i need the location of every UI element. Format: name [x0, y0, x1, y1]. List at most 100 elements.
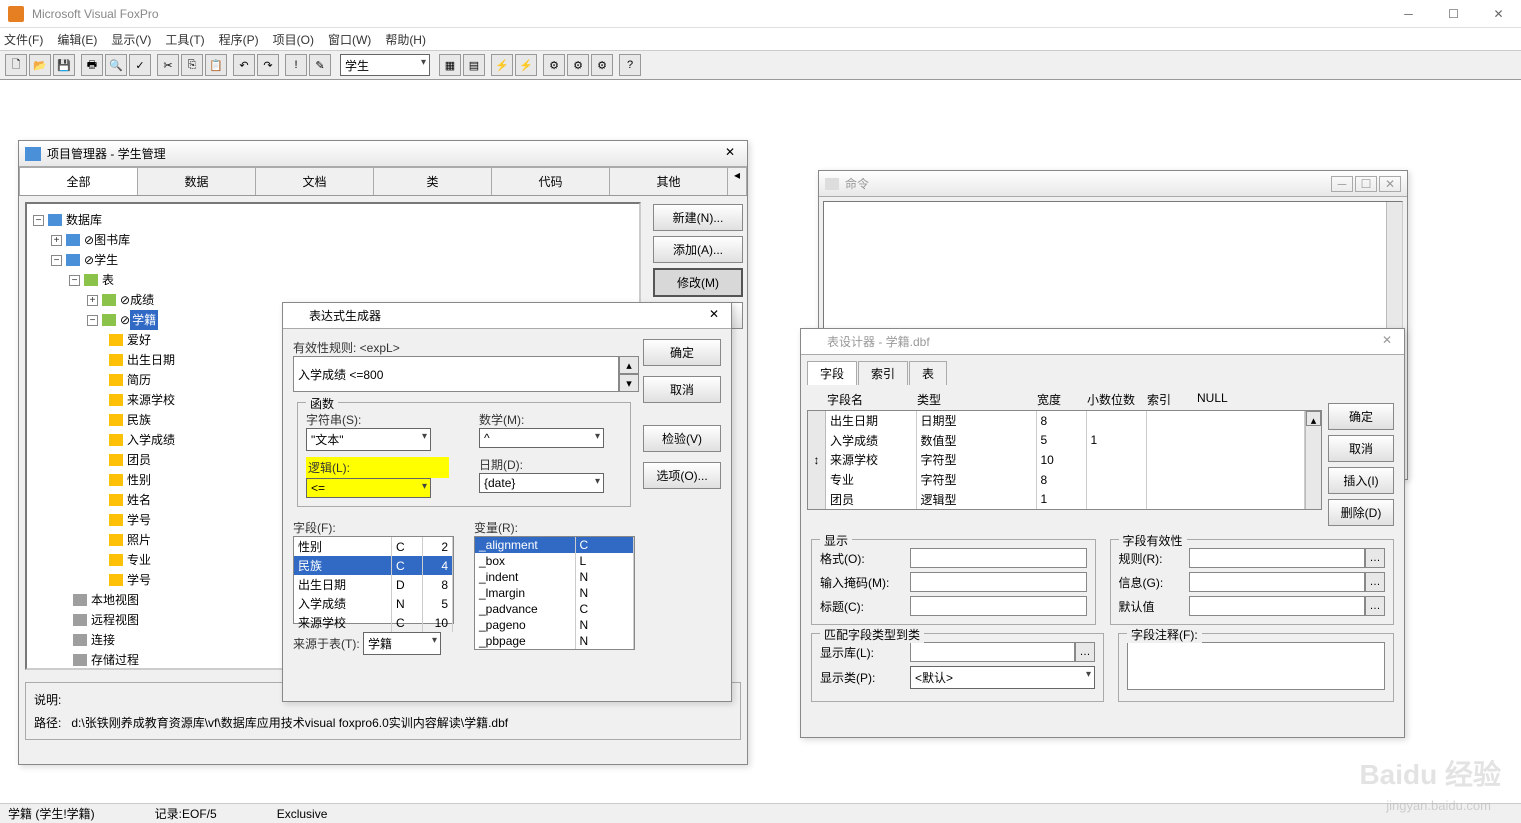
- math-label: 数学(M):: [479, 411, 622, 428]
- maximize-button[interactable]: ☐: [1431, 0, 1476, 28]
- cmd-close-icon[interactable]: ✕: [1379, 176, 1401, 192]
- format-input[interactable]: [910, 548, 1087, 568]
- print-icon[interactable]: 🖶: [81, 54, 103, 76]
- cancel-button[interactable]: 取消: [643, 376, 721, 403]
- cut-icon[interactable]: ✂: [157, 54, 179, 76]
- str-select[interactable]: "文本": [306, 428, 431, 451]
- td-insert-button[interactable]: 插入(I): [1328, 467, 1394, 494]
- redo-icon[interactable]: ↷: [257, 54, 279, 76]
- tab-index[interactable]: 索引: [858, 361, 908, 385]
- wizard3-icon[interactable]: ⚙: [591, 54, 613, 76]
- td-delete-button[interactable]: 删除(D): [1328, 499, 1394, 526]
- autoform-icon[interactable]: ⚡: [491, 54, 513, 76]
- ok-button[interactable]: 确定: [643, 339, 721, 366]
- scroll-up-icon[interactable]: ▴: [619, 356, 639, 374]
- tab-fields[interactable]: 字段: [807, 361, 857, 385]
- menu-project[interactable]: 项目(O): [273, 31, 314, 48]
- copy-icon[interactable]: ⎘: [181, 54, 203, 76]
- cmd-min-icon[interactable]: ─: [1331, 176, 1353, 192]
- func-legend: 函数: [306, 395, 338, 412]
- wizard2-icon[interactable]: ⚙: [567, 54, 589, 76]
- tab-class[interactable]: 类: [373, 167, 492, 195]
- app-title: Microsoft Visual FoxPro: [32, 7, 159, 21]
- project-close-icon[interactable]: ✕: [723, 145, 741, 163]
- class-select[interactable]: <默认>: [910, 666, 1095, 689]
- rule-ellipsis-button[interactable]: …: [1365, 548, 1385, 568]
- add-button[interactable]: 添加(A)...: [653, 236, 743, 263]
- logic-select[interactable]: <=: [306, 478, 431, 498]
- status-record: 记录:EOF/5: [155, 805, 217, 822]
- open-icon[interactable]: 📂: [29, 54, 51, 76]
- save-icon[interactable]: 💾: [53, 54, 75, 76]
- paste-icon[interactable]: 📋: [205, 54, 227, 76]
- menu-window[interactable]: 窗口(W): [328, 31, 371, 48]
- menu-program[interactable]: 程序(P): [219, 31, 259, 48]
- menu-file[interactable]: 文件(F): [4, 31, 43, 48]
- mask-input[interactable]: [910, 572, 1087, 592]
- cmd-icon: [825, 178, 839, 190]
- lib-input[interactable]: [910, 642, 1075, 662]
- menu-view[interactable]: 显示(V): [111, 31, 151, 48]
- td-cancel-button[interactable]: 取消: [1328, 435, 1394, 462]
- msg-input[interactable]: [1189, 572, 1366, 592]
- scroll-down-icon[interactable]: ▾: [619, 374, 639, 392]
- undo-icon[interactable]: ↶: [233, 54, 255, 76]
- preview-icon[interactable]: 🔍: [105, 54, 127, 76]
- foxpro-icon: [807, 335, 821, 349]
- expression-builder-window: 表达式生成器 ✕ 有效性规则: <expL> ▴▾ 函数 字符串(S): "文本…: [282, 302, 732, 702]
- expr-close-icon[interactable]: ✕: [707, 307, 725, 325]
- report-icon[interactable]: ▤: [463, 54, 485, 76]
- default-input[interactable]: [1189, 596, 1366, 616]
- vars-list[interactable]: _alignmentC_boxL_indentN_lmarginN_padvan…: [474, 536, 635, 650]
- expr-input[interactable]: [293, 356, 619, 392]
- tab-other[interactable]: 其他: [609, 167, 728, 195]
- math-select[interactable]: ^: [479, 428, 604, 448]
- modify-icon[interactable]: ✎: [309, 54, 331, 76]
- status-mode: Exclusive: [277, 807, 328, 821]
- td-ok-button[interactable]: 确定: [1328, 403, 1394, 430]
- run-icon[interactable]: !: [285, 54, 307, 76]
- verify-button[interactable]: 检验(V): [643, 425, 721, 452]
- modify-button[interactable]: 修改(M): [653, 268, 743, 297]
- spell-icon[interactable]: ✓: [129, 54, 151, 76]
- from-select[interactable]: 学籍: [363, 632, 441, 655]
- help-icon[interactable]: ?: [619, 54, 641, 76]
- menu-edit[interactable]: 编辑(E): [57, 31, 97, 48]
- fields-grid[interactable]: ↕ 出生日期日期型8入学成绩数值型51来源学校字符型10专业字符型8团员逻辑型1…: [807, 410, 1322, 510]
- menu-help[interactable]: 帮助(H): [385, 31, 426, 48]
- tab-table[interactable]: 表: [909, 361, 947, 385]
- options-button[interactable]: 选项(O)...: [643, 462, 721, 489]
- close-button[interactable]: ✕: [1476, 0, 1521, 28]
- date-select[interactable]: {date}: [479, 473, 604, 493]
- desc-label: 说明:: [34, 693, 61, 707]
- form-icon[interactable]: ▦: [439, 54, 461, 76]
- db-select[interactable]: 学生: [340, 54, 430, 76]
- cmd-max-icon[interactable]: ☐: [1355, 176, 1377, 192]
- caption-input[interactable]: [910, 596, 1087, 616]
- project-title: 项目管理器 - 学生管理: [47, 145, 166, 162]
- menu-tools[interactable]: 工具(T): [165, 31, 204, 48]
- new-button[interactable]: 新建(N)...: [653, 204, 743, 231]
- default-ellipsis-button[interactable]: …: [1365, 596, 1385, 616]
- msg-ellipsis-button[interactable]: …: [1365, 572, 1385, 592]
- tab-docs[interactable]: 文档: [255, 167, 374, 195]
- comment-textarea[interactable]: [1127, 642, 1385, 690]
- tab-code[interactable]: 代码: [491, 167, 610, 195]
- td-close-icon[interactable]: ✕: [1380, 333, 1398, 351]
- row-selector-icon[interactable]: ↕: [814, 453, 820, 467]
- lib-ellipsis-button[interactable]: …: [1075, 642, 1095, 662]
- autoreport-icon[interactable]: ⚡: [515, 54, 537, 76]
- foxpro-icon: [8, 6, 24, 22]
- tab-collapse-icon[interactable]: ◂: [727, 167, 747, 195]
- fields-list[interactable]: 性别C2民族C4出生日期D8入学成绩N5来源学校C10: [293, 536, 454, 624]
- td-title: 表设计器 - 学籍.dbf: [827, 333, 930, 350]
- app-titlebar: Microsoft Visual FoxPro ─ ☐ ✕: [0, 0, 1521, 28]
- minimize-button[interactable]: ─: [1386, 0, 1431, 28]
- tab-all[interactable]: 全部: [19, 167, 138, 195]
- str-label: 字符串(S):: [306, 411, 449, 428]
- wizard-icon[interactable]: ⚙: [543, 54, 565, 76]
- new-icon[interactable]: 🗋: [5, 54, 27, 76]
- tab-data[interactable]: 数据: [137, 167, 256, 195]
- rule-input[interactable]: [1189, 548, 1366, 568]
- from-label: 来源于表(T):: [293, 637, 360, 651]
